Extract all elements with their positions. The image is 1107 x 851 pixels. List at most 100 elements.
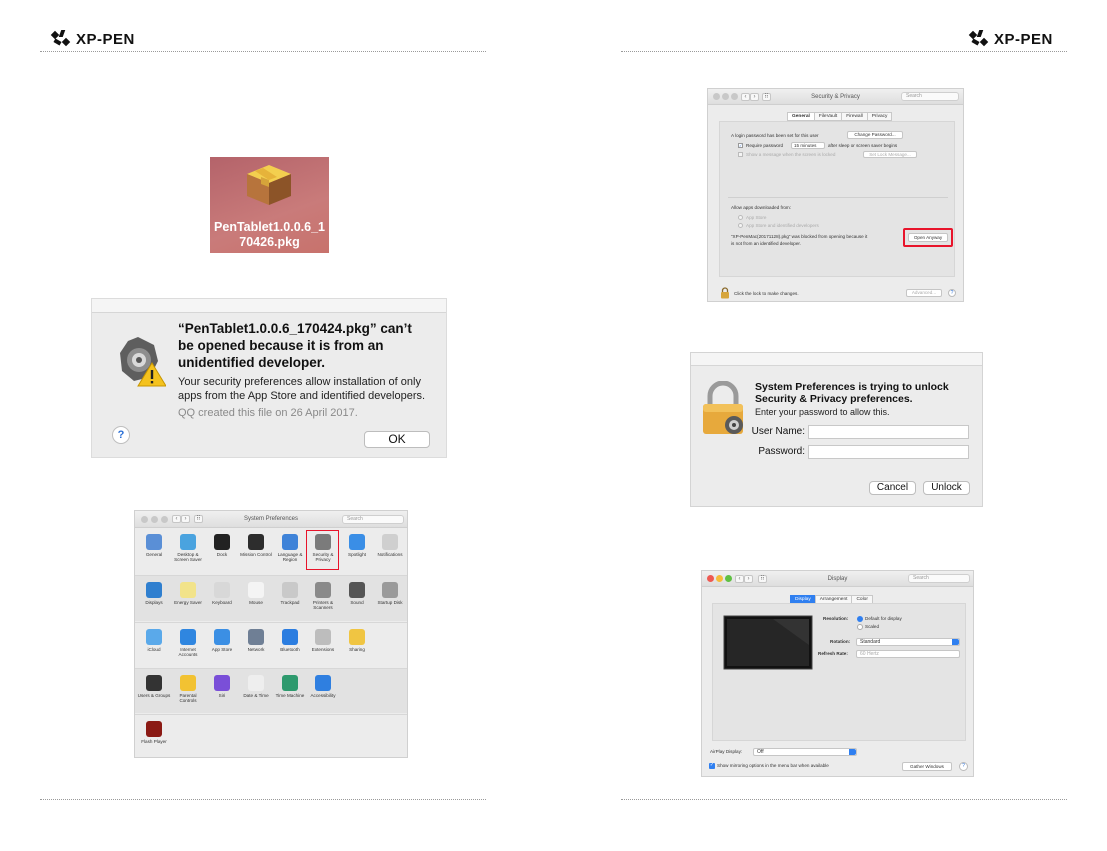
pref-sound[interactable]: Sound xyxy=(340,582,374,605)
username-label: User Name: xyxy=(751,426,805,437)
help-button[interactable]: ? xyxy=(112,426,130,444)
advanced-button[interactable]: Advanced... xyxy=(906,289,942,297)
search-input[interactable]: Search xyxy=(901,92,959,101)
extensions-icon xyxy=(315,629,331,645)
pref-notifications[interactable]: Notifications xyxy=(373,534,407,557)
rotation-select[interactable]: Standard xyxy=(856,638,960,646)
change-password-button[interactable]: Change Password... xyxy=(847,131,903,139)
tab-general[interactable]: General xyxy=(787,112,815,121)
pref-keyboard[interactable]: Keyboard xyxy=(205,582,239,605)
display-window: ‹ › ⠿ Display Search Display Arrangement… xyxy=(701,570,974,777)
pref-internet-accounts[interactable]: Internet Accounts xyxy=(171,629,205,658)
pref-dock[interactable]: Dock xyxy=(205,534,239,557)
lock-icon[interactable] xyxy=(720,287,730,299)
pref-label: Sharing xyxy=(349,647,365,652)
pref-spotlight[interactable]: Spotlight xyxy=(340,534,374,557)
alert-body: Your security preferences allow installa… xyxy=(178,376,426,402)
help-button[interactable]: ? xyxy=(948,289,956,297)
pref-printer[interactable]: Printers & Scanners xyxy=(306,582,340,611)
displays-icon xyxy=(146,582,162,598)
sound-icon xyxy=(349,582,365,598)
refresh-rate-label: Refresh Rate: xyxy=(818,651,848,656)
blocked-text-line1: “XP-PenMac(20171128).pkg” was blocked fr… xyxy=(731,234,868,239)
username-field[interactable] xyxy=(808,425,969,439)
resolution-scaled-radio[interactable] xyxy=(857,624,863,630)
password-field[interactable] xyxy=(808,445,969,459)
search-input[interactable]: Search xyxy=(908,574,970,583)
search-input[interactable]: Search xyxy=(342,515,404,524)
pref-general[interactable]: General xyxy=(137,534,171,557)
pref-sharing[interactable]: Sharing xyxy=(340,629,374,652)
pref-icloud[interactable]: iCloud xyxy=(137,629,171,652)
gather-windows-button[interactable]: Gather Windows xyxy=(902,762,952,771)
general-panel: A login password has been set for this u… xyxy=(719,121,955,277)
pref-users[interactable]: Users & Groups xyxy=(137,675,171,698)
refresh-rate-select[interactable]: 60 Hertz xyxy=(856,650,960,658)
pref-label: Parental Controls xyxy=(179,693,197,704)
pref-parental[interactable]: Parental Controls xyxy=(171,675,205,704)
help-button[interactable]: ? xyxy=(959,762,968,771)
pref-flash-player[interactable]: Flash Player xyxy=(137,721,171,744)
header-rule-left xyxy=(40,51,486,52)
pref-label: Printers & Scanners xyxy=(312,600,334,611)
xp-pen-logo-icon xyxy=(968,30,990,48)
require-password-checkbox[interactable]: ✓ xyxy=(738,143,743,148)
pref-bluetooth[interactable]: Bluetooth xyxy=(273,629,307,652)
pref-displays[interactable]: Displays xyxy=(137,582,171,605)
pref-time-machine[interactable]: Time Machine xyxy=(273,675,307,698)
display-titlebar: ‹ › ⠿ Display Search xyxy=(702,571,973,587)
chevron-updown-icon xyxy=(952,639,959,645)
pref-app-store[interactable]: App Store xyxy=(205,629,239,652)
pref-trackpad[interactable]: Trackpad xyxy=(273,582,307,605)
cancel-button[interactable]: Cancel xyxy=(869,481,916,495)
tab-firewall[interactable]: Firewall xyxy=(841,112,868,121)
mission-control-icon xyxy=(248,534,264,550)
mirroring-checkbox[interactable]: ✓ xyxy=(709,763,715,769)
show-message-checkbox[interactable] xyxy=(738,152,743,157)
refresh-rate-value: 60 Hertz xyxy=(860,651,879,657)
pref-extensions[interactable]: Extensions xyxy=(306,629,340,652)
xp-pen-logo-icon xyxy=(50,30,72,48)
pref-label: Desktop & Screen Saver xyxy=(174,552,202,563)
open-anyway-button[interactable]: Open Anyway xyxy=(908,233,948,242)
require-password-select[interactable]: 15 minutes xyxy=(791,142,825,149)
pref-label: Startup Disk xyxy=(377,600,403,605)
after-sleep-text: after sleep or screen saver begins xyxy=(828,143,898,148)
pref-label: iCloud xyxy=(147,647,161,652)
tab-privacy[interactable]: Privacy xyxy=(866,112,893,121)
system-preferences-titlebar: ‹ › ⠿ System Preferences Search xyxy=(135,511,407,528)
pref-accessibility[interactable]: Accessibility xyxy=(306,675,340,698)
unlock-title: System Preferences is trying to unlock S… xyxy=(755,381,949,405)
app-store-icon xyxy=(214,629,230,645)
pref-mouse[interactable]: Mouse xyxy=(239,582,273,605)
ok-button[interactable]: OK xyxy=(364,431,430,448)
set-lock-message-button[interactable]: Set Lock Message... xyxy=(863,151,917,158)
notifications-icon xyxy=(382,534,398,550)
resolution-label: Resolution: xyxy=(823,616,849,621)
language-icon xyxy=(282,534,298,550)
airplay-select[interactable]: Off xyxy=(753,748,857,756)
resolution-default-option: Default for display xyxy=(865,616,902,621)
pref-siri[interactable]: Siri xyxy=(205,675,239,698)
pref-date-time[interactable]: Date & Time xyxy=(239,675,273,698)
app-store-radio[interactable] xyxy=(738,215,743,220)
unlock-dialog: System Preferences is trying to unlock S… xyxy=(690,352,983,507)
pkg-file-icon[interactable]: PenTablet1.0.0.6_1 70426.pkg xyxy=(210,157,329,253)
pref-desktop[interactable]: Desktop & Screen Saver xyxy=(171,534,205,563)
pref-network[interactable]: Network xyxy=(239,629,273,652)
resolution-default-radio[interactable] xyxy=(857,616,863,622)
unlock-button[interactable]: Unlock xyxy=(923,481,970,495)
pref-language[interactable]: Language & Region xyxy=(273,534,307,563)
app-store-dev-radio[interactable] xyxy=(738,223,743,228)
preference-row: iCloud Internet Accounts App Store Network B… xyxy=(135,622,407,667)
tab-filevault[interactable]: FileVault xyxy=(813,112,843,121)
pkg-filename-line2: 70426.pkg xyxy=(239,235,300,249)
pref-mission-control[interactable]: Mission Control xyxy=(239,534,273,557)
pref-startup-disk[interactable]: Startup Disk xyxy=(373,582,407,605)
pref-energy[interactable]: Energy Saver xyxy=(171,582,205,605)
preference-row: Displays Energy Saver Keyboard Mouse Trackpa… xyxy=(135,575,407,621)
accessibility-icon xyxy=(315,675,331,691)
keyboard-icon xyxy=(214,582,230,598)
padlock-icon xyxy=(703,381,743,434)
lock-text: Click the lock to make changes. xyxy=(734,291,799,296)
